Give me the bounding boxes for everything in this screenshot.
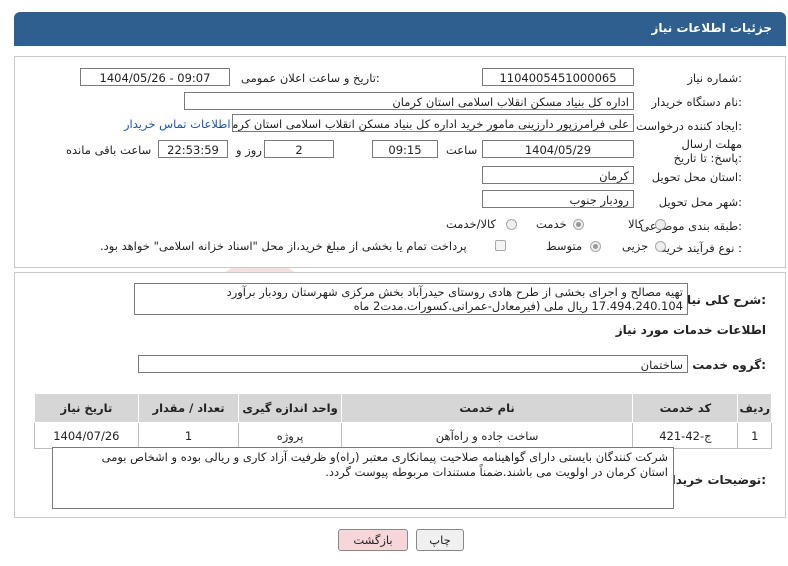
process-label: نوع فرآیند خرید : — [660, 241, 742, 255]
days-label: روز و — [236, 143, 262, 157]
description-label: شرح کلی نیاز: — [680, 293, 766, 307]
cell-row-number: 1 — [737, 422, 772, 449]
cell-unit: پروژه — [238, 422, 342, 449]
days-remaining-field[interactable]: 2 — [264, 140, 334, 158]
deadline-time-field[interactable]: 09:15 — [372, 140, 438, 158]
process-option-medium: متوسط — [546, 239, 583, 253]
province-label: استان محل تحویل: — [651, 170, 742, 184]
process-option-minor: جزیی — [622, 239, 649, 253]
cell-need-date: 1404/07/26 — [34, 422, 139, 449]
cell-quantity: 1 — [137, 422, 240, 449]
need-number-field[interactable]: 1104005451000065 — [482, 68, 634, 86]
description-line-2: 17.494.240.104 ریال ملی (فیرمعادل-عمرانی… — [353, 299, 683, 313]
page-title: جزئیات اطلاعات نیاز — [651, 21, 772, 35]
col-service-code: کد خدمت — [632, 393, 739, 423]
category-option-service: خدمت — [536, 217, 567, 231]
deadline-label: مهلت ارسال پاسخ: تا تاریخ: — [673, 137, 742, 165]
col-need-date: تاریخ نیاز — [34, 393, 139, 423]
buyer-notes-textarea[interactable]: شرکت کنندگان بایستی دارای گواهینامه صلاح… — [52, 447, 674, 509]
deadline-date-field[interactable]: 1404/05/29 — [482, 140, 634, 158]
category-radio-service[interactable] — [573, 219, 584, 230]
table-header-row: ردیف کد خدمت نام خدمت واحد اندازه گیری ت… — [34, 393, 772, 423]
cell-service-code: ج-42-421 — [632, 422, 739, 449]
category-option-goods: کالا — [628, 217, 644, 231]
province-field[interactable]: کرمان — [482, 166, 634, 184]
category-option-goods-service: کالا/خدمت — [446, 217, 497, 231]
announce-label: تاریخ و ساعت اعلان عمومی: — [241, 71, 380, 85]
process-radio-medium[interactable] — [590, 241, 601, 252]
description-textarea[interactable]: تهیه مصالح و اجرای بخشی از طرح هادی روست… — [134, 283, 688, 315]
services-section-title: اطلاعات خدمات مورد نیاز — [615, 323, 766, 337]
back-button[interactable]: بازگشت — [338, 529, 408, 551]
description-line-1: تهیه مصالح و اجرای بخشی از طرح هادی روست… — [226, 285, 683, 299]
service-group-label: گروه خدمت: — [692, 358, 766, 372]
announce-datetime-field[interactable]: 1404/05/26 - 09:07 — [80, 68, 230, 86]
city-field[interactable]: رودبار جنوب — [482, 190, 634, 208]
category-radio-goods-service[interactable] — [506, 219, 517, 230]
service-group-field[interactable]: ساختمان — [138, 355, 688, 373]
requester-label: ایجاد کننده درخواست: — [636, 119, 742, 133]
deadline-time-label: ساعت — [446, 143, 478, 157]
treasury-payment-checkbox[interactable] — [495, 240, 506, 251]
process-radio-minor[interactable] — [655, 241, 666, 252]
treasury-payment-note: پرداخت تمام یا بخشی از مبلغ خرید،از محل … — [100, 239, 467, 253]
need-number-label: شماره نیاز: — [687, 71, 742, 85]
remaining-label: ساعت باقی مانده — [66, 143, 152, 157]
table-row[interactable]: 1 ج-42-421 ساخت جاده و راه‌آهن پروژه 1 1… — [34, 422, 772, 449]
buyer-org-field[interactable]: اداره کل بنیاد مسکن انقلاب اسلامی استان … — [184, 92, 634, 110]
remaining-time-field[interactable]: 22:53:59 — [158, 140, 228, 158]
buyer-org-label: نام دستگاه خریدار: — [651, 95, 742, 109]
page-header: جزئیات اطلاعات نیاز — [14, 12, 786, 46]
buyer-notes-line-1: شرکت کنندگان بایستی دارای گواهینامه صلاح… — [101, 450, 668, 464]
services-table: ردیف کد خدمت نام خدمت واحد اندازه گیری ت… — [34, 393, 772, 449]
col-row-number: ردیف — [737, 393, 772, 423]
buyer-contact-link[interactable]: اطلاعات تماس خریدار — [124, 117, 231, 131]
col-quantity: تعداد / مقدار — [137, 393, 240, 423]
requester-field[interactable]: علی فرامرزپور دارزینی مامور خرید اداره ک… — [232, 114, 634, 132]
category-radio-goods[interactable] — [655, 219, 666, 230]
buyer-notes-label: توضیحات خریدار: — [664, 473, 766, 487]
col-unit: واحد اندازه گیری — [238, 393, 342, 423]
cell-service-name: ساخت جاده و راه‌آهن — [340, 422, 634, 449]
buyer-notes-line-2: استان کرمان در اولویت می باشند.ضمناً مست… — [325, 465, 668, 479]
print-button[interactable]: چاپ — [416, 529, 464, 551]
city-label: شهر محل تحویل: — [658, 195, 742, 209]
col-service-name: نام خدمت — [340, 393, 634, 423]
